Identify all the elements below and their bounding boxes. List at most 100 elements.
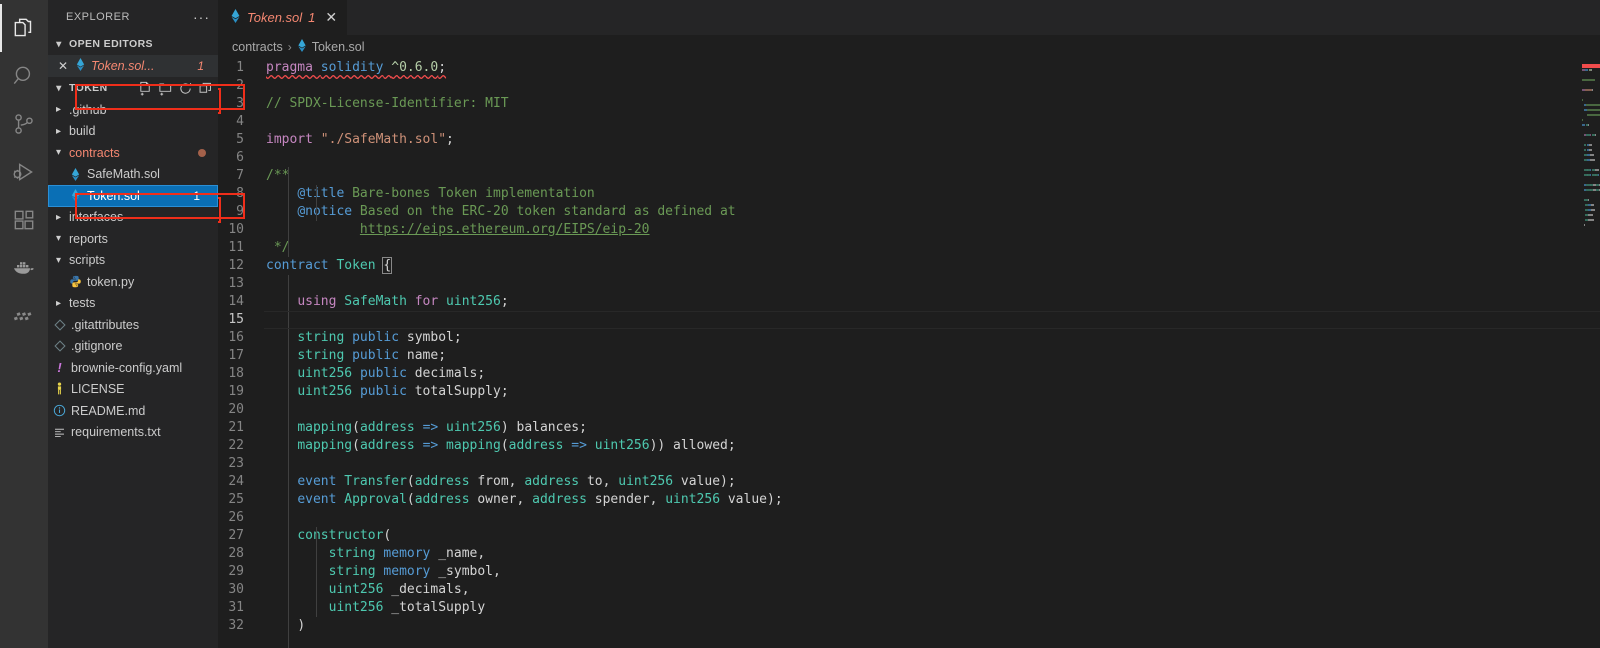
- tree-item-label: token.py: [87, 276, 134, 289]
- code-line[interactable]: 25 event Approval(address owner, address…: [218, 491, 1600, 509]
- line-number: 23: [218, 455, 264, 473]
- activitybar-item-source-control[interactable]: [0, 100, 48, 148]
- code-line[interactable]: 21 mapping(address => uint256) balances;: [218, 419, 1600, 437]
- open-editors-section-header[interactable]: ▾ OPEN EDITORS: [48, 33, 218, 55]
- minimap-line-block: [1589, 144, 1592, 146]
- code-line[interactable]: 7/**: [218, 167, 1600, 185]
- new-file-icon[interactable]: [138, 81, 153, 96]
- tree-folder-reports[interactable]: ▾reports: [48, 228, 218, 250]
- code-line[interactable]: 17 string public name;: [218, 347, 1600, 365]
- chevron-down-icon: ▾: [52, 147, 65, 158]
- close-icon[interactable]: ✕: [56, 59, 70, 73]
- tree-item-label: README.md: [71, 405, 145, 418]
- code-line[interactable]: 28 string memory _name,: [218, 545, 1600, 563]
- code-line[interactable]: 20: [218, 401, 1600, 419]
- tree-file-gitattributes[interactable]: .gitattributes: [48, 314, 218, 336]
- code-line[interactable]: 30 uint256 _decimals,: [218, 581, 1600, 599]
- refresh-icon[interactable]: [178, 81, 193, 96]
- tree-folder-github[interactable]: ▸.github: [48, 99, 218, 121]
- code-lines[interactable]: 1pragma solidity ^0.6.0;23// SPDX-Licens…: [218, 59, 1600, 648]
- tree-folder-tests[interactable]: ▸tests: [48, 293, 218, 315]
- code-text: pragma solidity ^0.6.0;: [264, 59, 446, 77]
- tree-folder-build[interactable]: ▸build: [48, 121, 218, 143]
- code-line[interactable]: 6: [218, 149, 1600, 167]
- tree-file-requirements-txt[interactable]: requirements.txt: [48, 422, 218, 444]
- code-text: @title Bare-bones Token implementation: [264, 185, 595, 203]
- collapse-all-icon[interactable]: [198, 81, 213, 96]
- tree-file-token-sol[interactable]: Token.sol1: [48, 185, 218, 207]
- open-editors-label: OPEN EDITORS: [69, 38, 153, 50]
- tree-folder-contracts[interactable]: ▾contracts: [48, 142, 218, 164]
- code-line[interactable]: 10 https://eips.ethereum.org/EIPS/eip-20: [218, 221, 1600, 239]
- line-number: 10: [218, 221, 264, 239]
- code-editor[interactable]: 1pragma solidity ^0.6.0;23// SPDX-Licens…: [218, 59, 1600, 648]
- activitybar-item-explorer[interactable]: [0, 4, 48, 52]
- tree-file-readme-md[interactable]: README.md: [48, 400, 218, 422]
- code-line[interactable]: 32 ): [218, 617, 1600, 635]
- code-text: contract Token {: [264, 257, 391, 275]
- code-line[interactable]: 9 @notice Based on the ERC-20 token stan…: [218, 203, 1600, 221]
- activitybar-item-extensions[interactable]: [0, 196, 48, 244]
- line-number: 3: [218, 95, 264, 113]
- breadcrumb-item-contracts[interactable]: contracts: [232, 40, 283, 54]
- minimap[interactable]: [1582, 59, 1600, 648]
- code-text: /**: [264, 167, 289, 185]
- code-line[interactable]: 8 @title Bare-bones Token implementation: [218, 185, 1600, 203]
- code-line[interactable]: 19 uint256 public totalSupply;: [218, 383, 1600, 401]
- code-line[interactable]: 18 uint256 public decimals;: [218, 365, 1600, 383]
- editor-tab-token-sol[interactable]: Token.sol 1 ✕: [218, 0, 348, 35]
- code-line[interactable]: 2: [218, 77, 1600, 95]
- code-line[interactable]: 4: [218, 113, 1600, 131]
- tree-file-safemath-sol[interactable]: SafeMath.sol: [48, 164, 218, 186]
- sidebar-more-actions-button[interactable]: ···: [193, 9, 212, 25]
- code-line[interactable]: 26: [218, 509, 1600, 527]
- activity-bar: [0, 0, 48, 648]
- code-line[interactable]: 22 mapping(address => mapping(address =>…: [218, 437, 1600, 455]
- code-line[interactable]: 5import "./SafeMath.sol";: [218, 131, 1600, 149]
- code-line[interactable]: 16 string public symbol;: [218, 329, 1600, 347]
- minimap-line-block: [1591, 209, 1595, 211]
- code-line[interactable]: 15: [218, 311, 1600, 329]
- activitybar-item-run-and-debug[interactable]: [0, 148, 48, 196]
- code-line[interactable]: 13: [218, 275, 1600, 293]
- code-line[interactable]: 12contract Token {: [218, 257, 1600, 275]
- tree-file-gitignore[interactable]: .gitignore: [48, 336, 218, 358]
- code-line[interactable]: 31 uint256 _totalSupply: [218, 599, 1600, 617]
- open-editor-item-token-sol[interactable]: ✕ Token.sol... 1: [48, 55, 218, 77]
- tree-folder-scripts[interactable]: ▾scripts: [48, 250, 218, 272]
- line-number: 18: [218, 365, 264, 383]
- line-number: 15: [218, 311, 264, 329]
- tree-file-license[interactable]: LICENSE: [48, 379, 218, 401]
- code-text: using SafeMath for uint256;: [264, 293, 509, 311]
- solidity-icon: [68, 168, 83, 181]
- code-line[interactable]: 24 event Transfer(address from, address …: [218, 473, 1600, 491]
- workspace-label: TOKEN: [69, 82, 108, 94]
- activitybar-item-remote-explorer[interactable]: [0, 292, 48, 340]
- code-line[interactable]: 1pragma solidity ^0.6.0;: [218, 59, 1600, 77]
- code-line[interactable]: 29 string memory _symbol,: [218, 563, 1600, 581]
- tree-item-label: tests: [69, 297, 95, 310]
- code-text: import "./SafeMath.sol";: [264, 131, 454, 149]
- line-number: 27: [218, 527, 264, 545]
- breadcrumb-item-token-sol[interactable]: Token.sol: [312, 40, 365, 54]
- tree-file-token-py[interactable]: token.py: [48, 271, 218, 293]
- tree-folder-interfaces[interactable]: ▸interfaces: [48, 207, 218, 229]
- code-line[interactable]: 11 */: [218, 239, 1600, 257]
- code-line[interactable]: 23: [218, 455, 1600, 473]
- code-text: [264, 401, 266, 419]
- editor-tab-label: Token.sol: [247, 10, 302, 25]
- code-line[interactable]: 3// SPDX-License-Identifier: MIT: [218, 95, 1600, 113]
- workspace-section-header[interactable]: ▾ TOKEN: [48, 77, 218, 99]
- activitybar-item-docker[interactable]: [0, 244, 48, 292]
- workspace-actions: [138, 81, 218, 96]
- new-folder-icon[interactable]: [158, 81, 173, 96]
- activitybar-item-search[interactable]: [0, 52, 48, 100]
- line-number: 26: [218, 509, 264, 527]
- tree-file-brownie-config-yaml[interactable]: !brownie-config.yaml: [48, 357, 218, 379]
- code-text: // SPDX-License-Identifier: MIT: [264, 95, 509, 113]
- line-number: 16: [218, 329, 264, 347]
- chevron-right-icon: ▸: [52, 212, 65, 223]
- close-icon[interactable]: ✕: [325, 9, 337, 26]
- code-line[interactable]: 27 constructor(: [218, 527, 1600, 545]
- code-line[interactable]: 14 using SafeMath for uint256;: [218, 293, 1600, 311]
